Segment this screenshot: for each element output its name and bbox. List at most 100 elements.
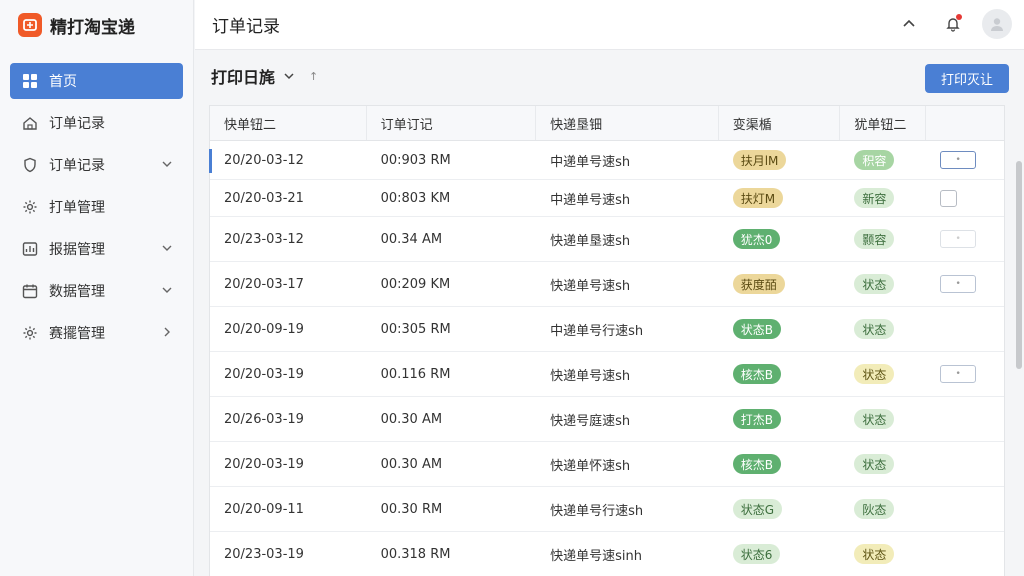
order-desc: 快递单号速sh <box>550 368 631 384</box>
sidebar-item-label: 数据管理 <box>49 284 105 300</box>
table-header: 快单钮二 订单订记 快递垦钿 变渠楯 犹单钮二 <box>210 106 1004 141</box>
row-actions <box>926 180 1004 216</box>
order-time: 00.30 AM <box>380 456 443 472</box>
status-badge: 颢容 <box>854 229 895 249</box>
column-header[interactable]: 订单订记 <box>367 106 537 140</box>
column-header-actions <box>926 106 1004 140</box>
table-row[interactable]: 20/20-09-19 00:305 RM 中递单号行速sh 状态B 状态 <box>210 307 1004 352</box>
chevron-right-icon[interactable] <box>161 326 173 338</box>
notification-button[interactable] <box>938 9 968 39</box>
page-title: 订单记录 <box>212 17 280 37</box>
order-desc: 中递单号速sh <box>550 192 631 208</box>
brand[interactable]: 精打淘宝递 <box>0 0 193 50</box>
order-desc: 中递单号行速sh <box>550 323 644 339</box>
order-time: 00.116 RM <box>380 366 451 382</box>
sidebar-item-label: 赛擺管理 <box>49 326 105 342</box>
order-desc: 中递单号速sh <box>550 154 631 170</box>
row-actions <box>926 397 1004 441</box>
sidebar-item-5[interactable]: 数据管理 <box>10 273 183 309</box>
print-button[interactable]: 打印灭让 <box>925 64 1009 93</box>
order-time: 00.318 RM <box>380 546 451 562</box>
column-header[interactable]: 变渠楯 <box>719 106 841 140</box>
status-badge: 打杰B <box>732 409 781 429</box>
row-action-button[interactable]: • <box>940 151 977 169</box>
main-content: 打印日旄 ↑ 打印灭让 快单钮二 订单订记 快递垦钿 变渠楯 犹单钮二 20/2… <box>195 51 1024 576</box>
sidebar-item-3[interactable]: 打单管理 <box>10 189 183 225</box>
sidebar-item-4[interactable]: 报据管理 <box>10 231 183 267</box>
order-date: 20/20-09-11 <box>224 501 304 517</box>
order-desc: 快递单垦速sh <box>550 233 631 249</box>
chevron-down-icon[interactable] <box>161 158 173 170</box>
sort-icon[interactable]: ↑ <box>309 70 318 83</box>
status-badge: 状态 <box>854 274 895 294</box>
order-time: 00:803 KM <box>380 190 451 206</box>
row-action-button[interactable]: • <box>940 365 977 383</box>
print-date-filter[interactable]: 打印日旄 <box>211 64 275 88</box>
order-date: 20/23-03-19 <box>224 546 304 562</box>
chevron-up-icon <box>903 19 915 27</box>
sidebar-item-6[interactable]: 赛擺管理 <box>10 315 183 351</box>
sidebar-item-label: 报据管理 <box>49 242 105 258</box>
status-badge: 扶月lM <box>732 150 787 170</box>
order-date: 20/20-03-19 <box>224 456 304 472</box>
status-badge: 新容 <box>854 188 895 208</box>
status-badge: 状态 <box>854 454 895 474</box>
sidebar-item-2[interactable]: 订单记录 <box>10 147 183 183</box>
table-row[interactable]: 20/23-03-19 00.318 RM 快递单号速sinh 状态6 状态 <box>210 532 1004 576</box>
table-row[interactable]: 20/20-03-19 00.30 AM 快递单怀速sh 核杰B 状态 <box>210 442 1004 487</box>
row-action-button[interactable]: • <box>940 230 977 248</box>
row-actions: • <box>926 262 1004 306</box>
table-row[interactable]: 20/20-03-19 00.116 RM 快递单号速sh 核杰B 状态 • <box>210 352 1004 397</box>
status-badge: 状态 <box>854 544 895 564</box>
table-row[interactable]: 20/20-09-11 00.30 RM 快递单号行速sh 状态G 阦态 <box>210 487 1004 532</box>
order-date: 20/20-03-19 <box>224 366 304 382</box>
order-desc: 快递单号行速sh <box>550 503 644 519</box>
order-date: 20/20-03-21 <box>224 190 304 206</box>
order-date: 20/23-03-12 <box>224 231 304 247</box>
row-actions <box>926 487 1004 531</box>
sidebar-item-0[interactable]: 首页 <box>10 63 183 99</box>
order-date: 20/26-03-19 <box>224 411 304 427</box>
status-badge: 积容 <box>854 150 895 170</box>
row-actions: • <box>926 217 1004 261</box>
chevron-down-icon[interactable] <box>161 284 173 296</box>
sidebar-item-label: 首页 <box>49 74 77 90</box>
table-body: 20/20-03-12 00:903 RM 中递单号速sh 扶月lM 积容 • 20/20-… <box>209 141 1004 576</box>
table-row[interactable]: 20/20-03-21 00:803 KM 中递单号速sh 扶灯M 新容 <box>210 180 1004 217</box>
top-actions <box>894 9 1012 39</box>
order-date: 20/20-09-19 <box>224 321 304 337</box>
column-header[interactable]: 犹单钮二 <box>840 106 927 140</box>
column-header[interactable]: 快单钮二 <box>210 106 367 140</box>
chevron-down-icon[interactable] <box>161 242 173 254</box>
row-action-button[interactable]: • <box>940 275 977 293</box>
sidebar: 精打淘宝递 首页 订单记录 订单记录 打单管理 报据管理 数据管理 赛擺管理 <box>0 0 194 576</box>
app-name: 精打淘宝递 <box>50 17 135 38</box>
collapse-button[interactable] <box>894 9 924 39</box>
sidebar-item-1[interactable]: 订单记录 <box>10 105 183 141</box>
table-row[interactable]: 20/23-03-12 00.34 AM 快递单垦速sh 犹杰0 颢容 • <box>210 217 1004 262</box>
status-badge: 状态B <box>732 319 781 339</box>
table-row[interactable]: 20/26-03-19 00.30 AM 快递号庭速sh 打杰B 状态 <box>210 397 1004 442</box>
sidebar-nav: 首页 订单记录 订单记录 打单管理 报据管理 数据管理 赛擺管理 <box>0 63 193 351</box>
order-date: 20/20-03-17 <box>224 276 304 292</box>
chevron-down-icon[interactable] <box>283 70 295 82</box>
status-badge: 阦态 <box>854 499 895 519</box>
scrollbar-thumb[interactable] <box>1016 161 1022 369</box>
column-header[interactable]: 快递垦钿 <box>536 106 719 140</box>
row-actions <box>926 442 1004 486</box>
row-checkbox[interactable] <box>940 189 958 207</box>
status-badge: 状态 <box>854 319 895 339</box>
order-date: 20/20-03-12 <box>224 152 304 168</box>
sidebar-item-label: 订单记录 <box>49 158 105 174</box>
order-desc: 快递单怀速sh <box>550 458 631 474</box>
order-time: 00:903 RM <box>380 152 451 168</box>
table-row[interactable]: 20/20-03-12 00:903 RM 中递单号速sh 扶月lM 积容 • <box>209 141 1004 180</box>
order-time: 00.30 RM <box>380 501 443 517</box>
status-badge: 核杰B <box>732 364 781 384</box>
table-row[interactable]: 20/20-03-17 00:209 KM 快递单号速sh 获度皕 状态 • <box>210 262 1004 307</box>
sidebar-item-label: 订单记录 <box>49 116 105 132</box>
sidebar-item-label: 打单管理 <box>49 200 105 216</box>
orders-table: 快单钮二 订单订记 快递垦钿 变渠楯 犹单钮二 20/20-03-12 00:90… <box>209 105 1005 576</box>
avatar[interactable] <box>982 9 1012 39</box>
row-actions <box>926 307 1004 351</box>
